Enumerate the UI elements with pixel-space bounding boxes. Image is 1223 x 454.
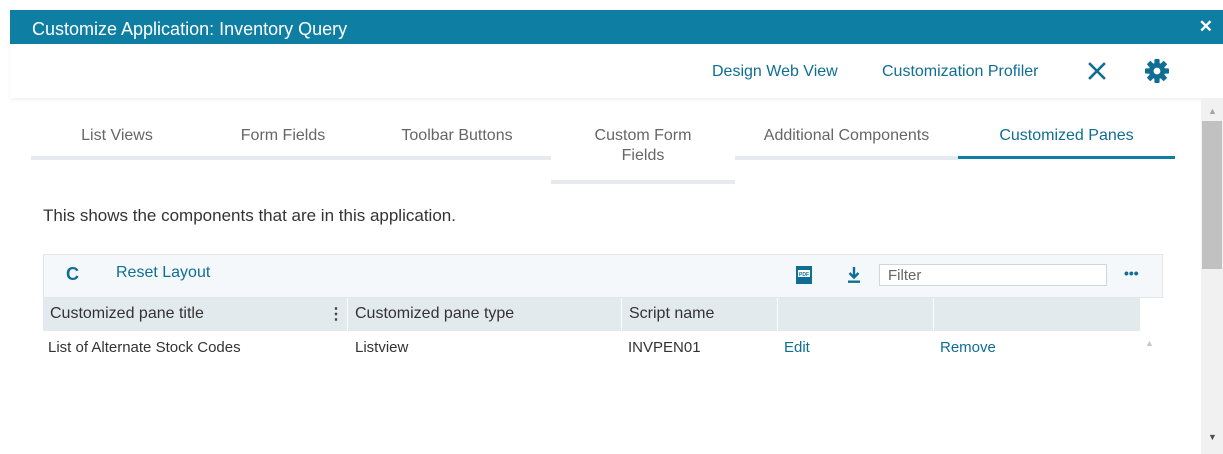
components-grid: C Reset Layout PDF ••• Customized pane t…: [43, 254, 1163, 454]
column-menu-icon[interactable]: ⋮: [328, 304, 344, 324]
grid-header-row: Customized pane title Customized pane ty…: [43, 298, 1140, 331]
tab-label: List Views: [81, 127, 153, 144]
more-options-icon[interactable]: •••: [1124, 265, 1139, 281]
tab-underline: [31, 156, 203, 160]
reset-layout-button[interactable]: Reset Layout: [116, 264, 210, 282]
tab-label: Customized Panes: [999, 127, 1134, 144]
scrollbar-thumb[interactable]: [1202, 121, 1222, 269]
close-icon[interactable]: [1087, 59, 1107, 83]
grid-toolbar: C Reset Layout PDF •••: [43, 254, 1163, 298]
dialog-title: Customize Application: Inventory Query: [32, 19, 348, 39]
tab-additional-components[interactable]: Additional Components: [735, 126, 958, 160]
refresh-icon[interactable]: C: [66, 264, 79, 285]
table-row: List of Alternate Stock Codes Listview I…: [43, 331, 1140, 361]
tab-bar: List Views Form Fields Toolbar Buttons C…: [31, 126, 1176, 188]
tab-label: Additional Components: [763, 127, 930, 144]
grid-scroll-up-icon[interactable]: ▲: [1145, 338, 1154, 348]
tab-label: Toolbar Buttons: [401, 127, 513, 144]
edit-link[interactable]: Edit: [784, 339, 810, 356]
svg-text:PDF: PDF: [799, 272, 809, 278]
filter-input[interactable]: [879, 264, 1107, 286]
cell-pane-type: Listview: [355, 339, 409, 356]
tab-underline: [551, 180, 735, 184]
column-header-remove: [934, 298, 1140, 331]
tab-underline: [735, 156, 958, 160]
tab-toolbar-buttons[interactable]: Toolbar Buttons: [363, 126, 551, 160]
column-header-script-name[interactable]: Script name: [622, 298, 777, 331]
tab-label: Form Fields: [240, 127, 326, 144]
cell-pane-title: List of Alternate Stock Codes: [48, 339, 241, 356]
action-toolbar: Design Web View Customization Profiler: [10, 44, 1223, 98]
title-bar: Customize Application: Inventory Query ✕: [10, 10, 1223, 44]
tab-form-fields[interactable]: Form Fields: [203, 126, 363, 160]
design-web-view-link[interactable]: Design Web View: [712, 63, 838, 81]
pdf-export-icon[interactable]: PDF: [796, 266, 812, 284]
column-header-pane-type[interactable]: Customized pane type: [348, 298, 621, 331]
dialog-close-icon[interactable]: ✕: [1199, 17, 1213, 37]
left-strip: [0, 44, 10, 454]
column-header-pane-title[interactable]: Customized pane title: [43, 298, 347, 331]
description-text: This shows the components that are in th…: [43, 206, 456, 225]
tab-underline: [958, 156, 1175, 159]
column-header-edit: [778, 298, 933, 331]
remove-link[interactable]: Remove: [940, 339, 996, 356]
top-strip: [0, 0, 1223, 10]
tab-customized-panes[interactable]: Customized Panes: [958, 126, 1175, 159]
customize-application-dialog: Customize Application: Inventory Query ✕…: [0, 0, 1223, 454]
tab-underline: [203, 156, 363, 160]
tab-label: Custom Form Fields: [594, 127, 692, 164]
scroll-down-arrow-icon[interactable]: ▼: [1208, 432, 1217, 442]
tab-underline: [363, 156, 551, 160]
tab-custom-form-fields[interactable]: Custom Form Fields: [551, 126, 735, 184]
scroll-up-arrow-icon[interactable]: ▲: [1208, 106, 1217, 116]
download-icon[interactable]: [846, 266, 862, 284]
cell-script-name: INVPEN01: [628, 339, 701, 356]
customization-profiler-link[interactable]: Customization Profiler: [882, 63, 1039, 81]
tab-list-views[interactable]: List Views: [31, 126, 203, 160]
vertical-scrollbar[interactable]: ▲ ▼: [1201, 98, 1223, 454]
gear-icon[interactable]: [1144, 59, 1170, 83]
